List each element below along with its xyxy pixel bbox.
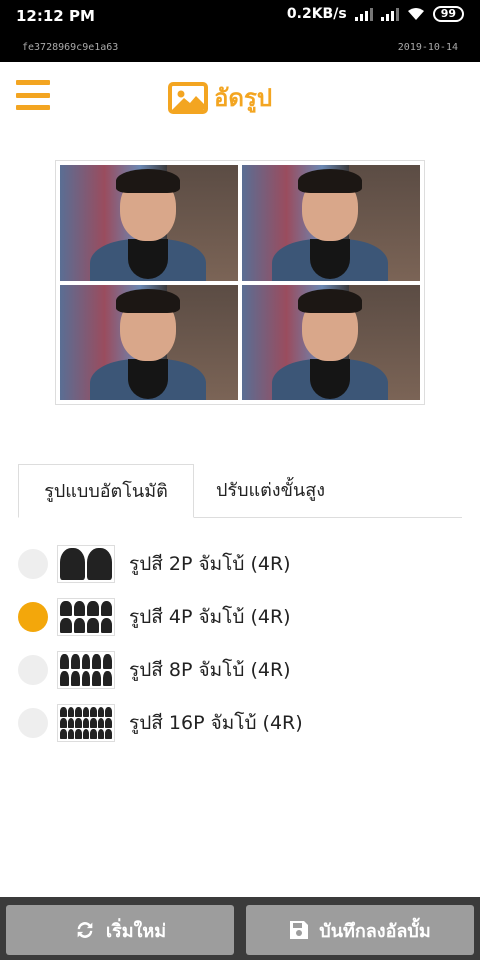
tab-auto[interactable]: รูปแบบอัตโนมัติ bbox=[18, 464, 194, 518]
preview-photo bbox=[242, 284, 420, 400]
reset-button[interactable]: เริ่มใหม่ bbox=[6, 905, 234, 955]
preview-photo bbox=[60, 165, 238, 281]
radio-button[interactable] bbox=[18, 602, 48, 632]
preview-photo bbox=[242, 165, 420, 281]
preview-photo bbox=[60, 284, 238, 400]
device-info-bar: fe3728969c9e1a63 2019-10-14 bbox=[0, 32, 480, 62]
hamburger-icon[interactable] bbox=[16, 80, 50, 110]
radio-button[interactable] bbox=[18, 655, 48, 685]
radio-button[interactable] bbox=[18, 549, 48, 579]
signal-icon bbox=[354, 7, 373, 21]
network-speed: 0.2KB/s bbox=[286, 6, 347, 22]
mode-tabs: รูปแบบอัตโนมัติ ปรับแต่งขั้นสูง bbox=[18, 464, 462, 518]
status-bar: 12:12 PM 0.2KB/s 99 bbox=[0, 0, 480, 32]
layout-thumbnail bbox=[57, 651, 115, 689]
bottom-action-bar: เริ่มใหม่ บันทึกลงอัลบั้ม bbox=[0, 897, 480, 960]
tab-advanced[interactable]: ปรับแต่งขั้นสูง bbox=[216, 464, 325, 518]
device-id: fe3728969c9e1a63 bbox=[22, 42, 119, 53]
status-icons: 0.2KB/s 99 bbox=[287, 6, 464, 22]
reset-label: เริ่มใหม่ bbox=[105, 920, 167, 942]
save-label: บันทึกลงอัลบั้ม bbox=[319, 920, 431, 942]
image-icon bbox=[168, 81, 208, 114]
option-16p[interactable]: รูปสี 16P จัมโบ้ (4R) bbox=[18, 703, 348, 743]
battery-icon: 99 bbox=[432, 6, 464, 22]
option-label: รูปสี 4P จัมโบ้ (4R) bbox=[129, 606, 291, 628]
floppy-disk-icon bbox=[290, 921, 309, 939]
wifi-icon bbox=[407, 8, 424, 20]
option-label: รูปสี 16P จัมโบ้ (4R) bbox=[129, 712, 303, 734]
logo-text: อัดรูป bbox=[214, 84, 273, 112]
option-label: รูปสี 8P จัมโบ้ (4R) bbox=[129, 659, 291, 681]
app-header: อัดรูป bbox=[0, 62, 480, 130]
option-8p[interactable]: รูปสี 8P จัมโบ้ (4R) bbox=[18, 650, 348, 690]
print-preview bbox=[55, 160, 425, 405]
layout-thumbnail bbox=[57, 598, 115, 636]
option-label: รูปสี 2P จัมโบ้ (4R) bbox=[129, 553, 291, 575]
status-time: 12:12 PM bbox=[16, 7, 95, 25]
app-logo: อัดรูป bbox=[168, 78, 272, 117]
layout-thumbnail bbox=[57, 704, 115, 742]
option-2p[interactable]: รูปสี 2P จัมโบ้ (4R) bbox=[18, 544, 348, 584]
signal-icon-2 bbox=[380, 7, 399, 21]
radio-button[interactable] bbox=[18, 708, 48, 738]
device-date: 2019-10-14 bbox=[397, 42, 458, 53]
save-button[interactable]: บันทึกลงอัลบั้ม bbox=[246, 905, 474, 955]
layout-thumbnail bbox=[57, 545, 115, 583]
option-4p[interactable]: รูปสี 4P จัมโบ้ (4R) bbox=[18, 597, 348, 637]
refresh-icon bbox=[77, 922, 93, 938]
